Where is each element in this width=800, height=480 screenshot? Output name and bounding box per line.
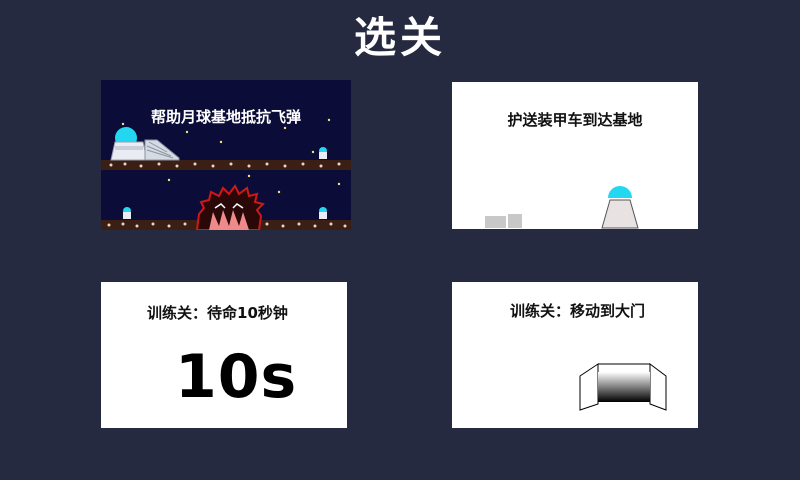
level-card-moon-defense[interactable]: 帮助月球基地抵抗飞弹 xyxy=(101,80,351,230)
base-icon xyxy=(601,186,639,229)
turret-icon xyxy=(123,207,131,219)
level-card-gate-training[interactable]: 训练关：移动到大门 xyxy=(452,282,698,428)
turret-icon xyxy=(319,147,327,159)
gate-icon xyxy=(579,363,667,411)
level-card-wait-training[interactable]: 训练关：待命10秒钟 10s xyxy=(101,282,347,428)
moon-base-scene xyxy=(101,118,351,230)
level-card-escort-vehicle[interactable]: 护送装甲车到达基地 xyxy=(452,82,698,229)
escort-scene xyxy=(485,186,639,229)
level-title: 训练关：待命10秒钟 xyxy=(147,304,288,322)
page-title: 选关 xyxy=(353,13,446,62)
armored-vehicle-block xyxy=(485,216,506,228)
monster-icon xyxy=(195,184,265,230)
level-title: 护送装甲车到达基地 xyxy=(507,111,643,129)
level-title: 训练关：移动到大门 xyxy=(510,302,646,320)
turret-icon xyxy=(319,207,327,219)
upper-ground xyxy=(101,160,351,170)
armored-vehicle-block xyxy=(508,214,522,228)
moon-base-building xyxy=(110,127,180,161)
level-title: 帮助月球基地抵抗飞弹 xyxy=(150,108,301,126)
timer-display: 10s xyxy=(175,342,298,412)
